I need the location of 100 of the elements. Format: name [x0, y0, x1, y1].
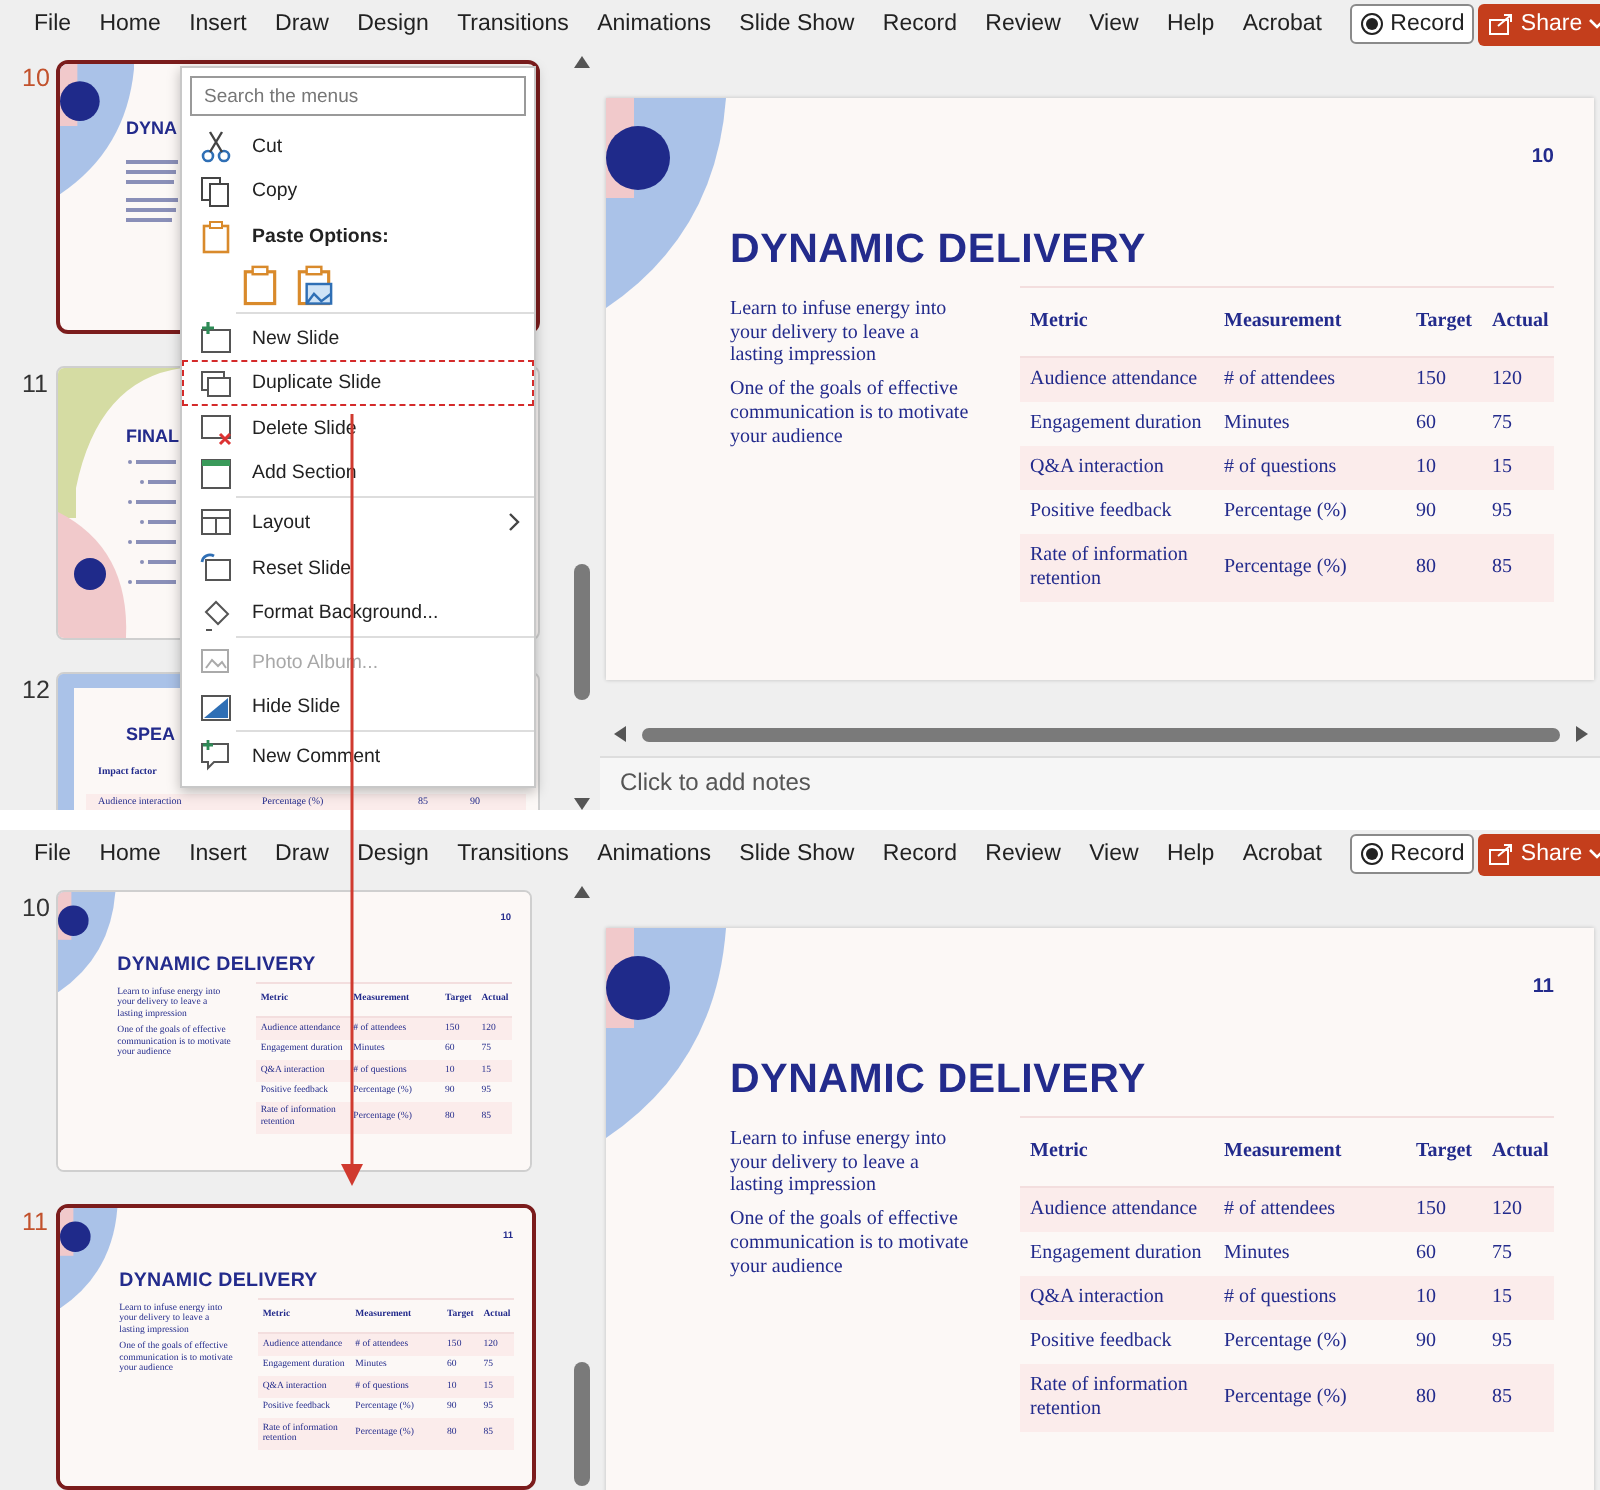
ribbon-tab[interactable]: Insert: [189, 842, 247, 866]
table-cell: Audience attendance: [1020, 357, 1214, 402]
add-section-icon: [198, 455, 234, 492]
table-cell: Percentage (%): [1214, 490, 1406, 534]
ribbon-tab[interactable]: Transitions: [457, 842, 569, 866]
thumbnail-text: SPEA: [126, 724, 176, 744]
table-cell: 15: [1482, 446, 1554, 490]
menu-item[interactable]: Cut: [182, 124, 534, 170]
slide-title: DYNAMIC DELIVERY: [730, 1056, 1146, 1104]
share-button[interactable]: Share: [1478, 833, 1600, 875]
comment-icon: [198, 738, 234, 775]
ribbon-tab[interactable]: Draw: [275, 842, 329, 866]
scrollbar-thumb[interactable]: [573, 564, 589, 700]
paste-picture-icon: [292, 261, 336, 310]
thumbnail-text: FINAL: [126, 426, 179, 446]
slide-number: 10: [20, 892, 52, 926]
table-cell: # of attendees: [1214, 357, 1406, 402]
ribbon-tab[interactable]: Review: [985, 842, 1061, 866]
menu-item[interactable]: New Slide: [182, 315, 534, 361]
ribbon-tab[interactable]: Design: [357, 842, 429, 866]
right-arrow-icon[interactable]: [1576, 726, 1588, 742]
clipboard-icon: [198, 218, 234, 255]
ribbon-tab[interactable]: Home: [99, 12, 161, 36]
chevron-right-icon: [508, 512, 520, 533]
table-cell: Percentage (%): [1214, 1364, 1406, 1432]
table-cell: Audience attendance: [1020, 1187, 1214, 1232]
slide-number: 10: [20, 62, 52, 96]
menu-item[interactable]: Copy: [182, 169, 534, 215]
ribbon-tab[interactable]: Animations: [597, 842, 711, 866]
slide-number: 10: [1531, 146, 1554, 168]
ribbon-tab[interactable]: Animations: [597, 12, 711, 36]
up-arrow-icon[interactable]: [573, 886, 589, 898]
menu-item[interactable]: Reset Slide: [182, 545, 534, 591]
share-icon: [1488, 842, 1515, 866]
table-cell: Percentage (%): [1214, 534, 1406, 602]
ribbon-tab[interactable]: File: [34, 842, 72, 866]
ribbon-tab[interactable]: Slide Show: [739, 842, 855, 866]
table-cell: 95: [1482, 1320, 1554, 1364]
table-cell: 85: [1482, 534, 1554, 602]
ribbon-tab[interactable]: Design: [357, 12, 429, 36]
up-arrow-icon[interactable]: [573, 56, 589, 68]
table-cell: Percentage (%): [1214, 1320, 1406, 1364]
scrollbar-thumb[interactable]: [573, 1362, 589, 1486]
table-cell: Positive feedback: [1020, 490, 1214, 534]
record-icon: [1360, 12, 1385, 36]
scrollbar-thumb[interactable]: [642, 727, 1560, 741]
table-cell: 10: [1406, 446, 1482, 490]
table-cell: 60: [1406, 402, 1482, 446]
delete-slide-icon: [198, 410, 234, 447]
table-cell: 15: [1482, 1276, 1554, 1320]
ribbon-tab[interactable]: Home: [99, 842, 161, 866]
ribbon-tab[interactable]: Acrobat: [1242, 842, 1322, 866]
left-arrow-icon[interactable]: [614, 726, 626, 742]
down-arrow-icon[interactable]: [573, 798, 589, 810]
ribbon-tab[interactable]: View: [1089, 12, 1139, 36]
table-cell: Q&A interaction: [1020, 446, 1214, 490]
clipboard-icon: [238, 261, 282, 310]
menu-item[interactable]: Duplicate Slide: [182, 360, 534, 406]
ribbon-tab[interactable]: Acrobat: [1242, 12, 1322, 36]
ribbon-tab[interactable]: View: [1089, 842, 1139, 866]
menu-item[interactable]: Layout: [182, 500, 534, 546]
corner-decoration-drawing: [58, 892, 116, 993]
layout-icon: [198, 504, 234, 541]
body-text: Learn to infuse energy into your delivery to leave a lasting impression: [730, 1128, 949, 1199]
ribbon-tab[interactable]: Record: [882, 12, 957, 36]
reset-slide-icon: [198, 550, 234, 587]
record-button[interactable]: Record: [1350, 4, 1475, 44]
table-cell: Minutes: [1214, 1232, 1406, 1276]
ribbon-tab[interactable]: Insert: [189, 12, 247, 36]
menu-item[interactable]: Hide Slide: [182, 685, 534, 731]
table-cell: Q&A interaction: [1020, 1276, 1214, 1320]
slide-number: 11: [20, 1206, 50, 1241]
body-text: One of the goals of effective communication is to motivate your audience: [730, 1208, 970, 1279]
ribbon-tab[interactable]: Help: [1166, 12, 1215, 36]
share-button[interactable]: Share: [1478, 3, 1600, 45]
ribbon-tab[interactable]: File: [34, 12, 72, 36]
table-cell: Minutes: [1214, 402, 1406, 446]
search-field[interactable]: Search the menus: [190, 76, 526, 116]
table-cell: # of questions: [1214, 1276, 1406, 1320]
table-cell: 60: [1406, 1232, 1482, 1276]
ribbon-tab[interactable]: Transitions: [457, 12, 569, 36]
table-cell: 10: [1406, 1276, 1482, 1320]
record-button[interactable]: Record: [1350, 834, 1475, 874]
ribbon-tab[interactable]: Slide Show: [739, 12, 855, 36]
duplicate-slide-icon: [198, 365, 234, 402]
table-cell: 85: [1482, 1364, 1554, 1432]
menu-heading: Paste Options:: [182, 214, 534, 260]
table-cell: 120: [1482, 1187, 1554, 1232]
ribbon-tab[interactable]: Draw: [275, 12, 329, 36]
scissors-icon: [198, 128, 234, 165]
ribbon-tab[interactable]: Record: [882, 842, 957, 866]
table-cell: 80: [1406, 1364, 1482, 1432]
table-cell: Engagement duration: [1020, 402, 1214, 446]
new-slide-icon: [198, 320, 234, 357]
table-cell: 80: [1406, 534, 1482, 602]
ribbon-tab[interactable]: Help: [1166, 842, 1215, 866]
table-cell: Rate of information retention: [1020, 1364, 1214, 1432]
ribbon-tab[interactable]: Review: [985, 12, 1061, 36]
table-cell: 90: [1406, 1320, 1482, 1364]
notes-field[interactable]: Click to add notes: [600, 756, 1600, 810]
